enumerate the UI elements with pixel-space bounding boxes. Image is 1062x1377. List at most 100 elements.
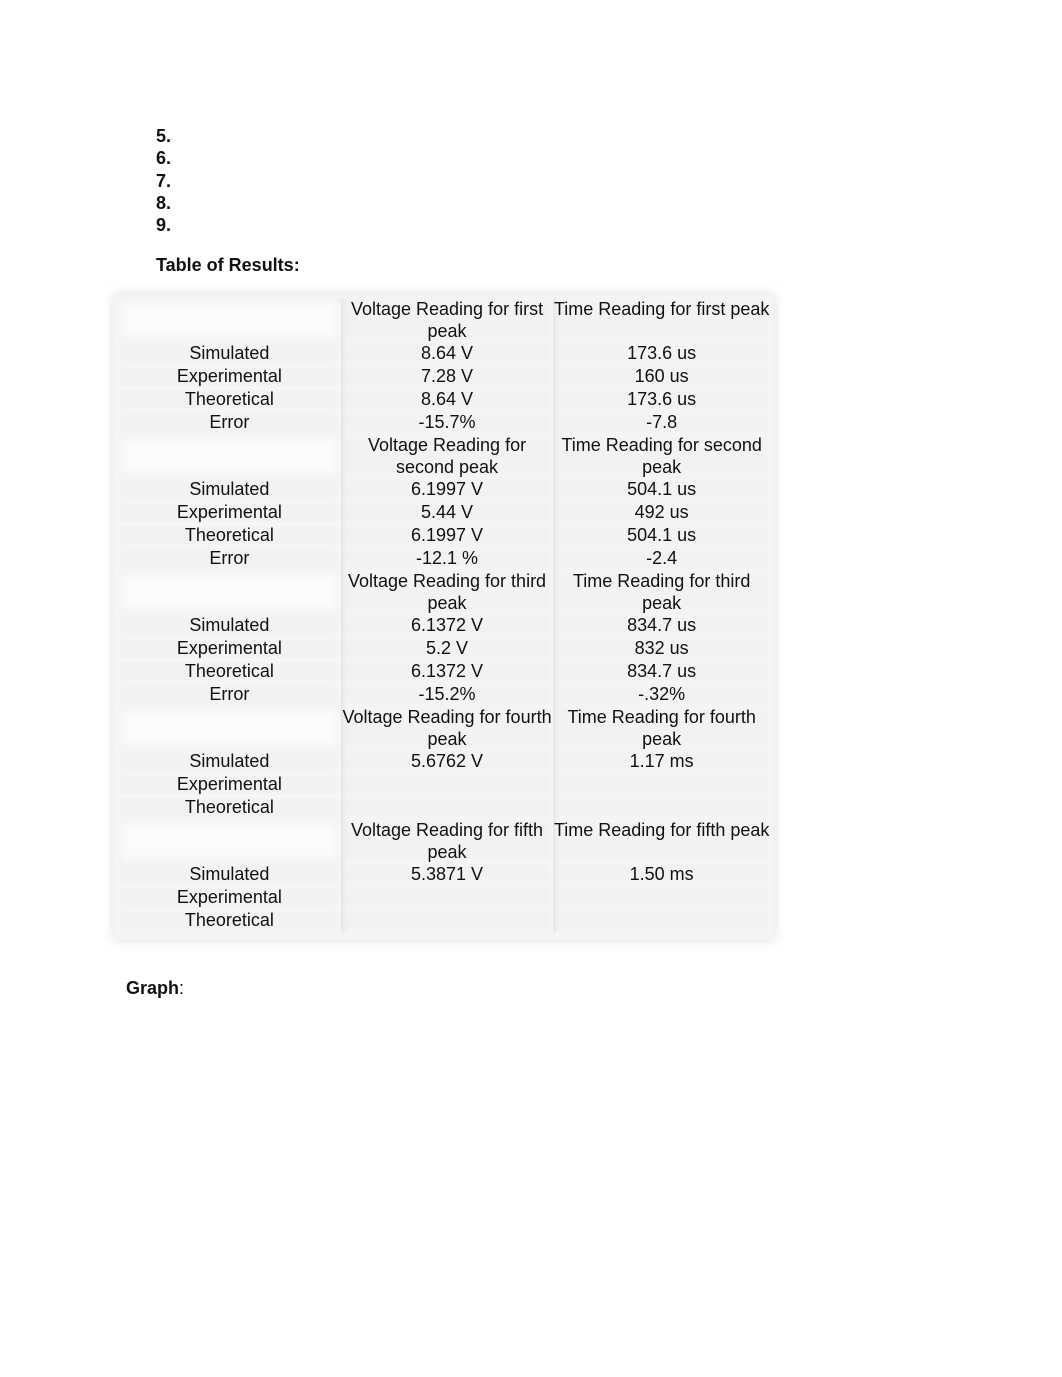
table-row: Experimental 7.28 V 160 us bbox=[118, 365, 770, 388]
results-table-body: Voltage Reading for first peak Time Readi… bbox=[118, 298, 770, 932]
table-row: Error -15.7% -7.8 bbox=[118, 411, 770, 434]
voltage-value-cell: 6.1372 V bbox=[340, 660, 554, 683]
voltage-value-cell: 7.28 V bbox=[340, 365, 554, 388]
table-row: Error -15.2% -.32% bbox=[118, 683, 770, 706]
time-value-cell: 1.50 ms bbox=[553, 863, 770, 886]
voltage-value-cell: 6.1372 V bbox=[340, 614, 554, 637]
graph-heading: Graph: bbox=[126, 977, 184, 999]
row-label-cell: Theoretical bbox=[118, 524, 341, 547]
table-row: Simulated 5.3871 V 1.50 ms bbox=[118, 863, 770, 886]
results-table-container: Voltage Reading for first peak Time Readi… bbox=[114, 294, 774, 940]
time-value-cell: 160 us bbox=[553, 365, 770, 388]
list-item: 7. bbox=[156, 170, 172, 191]
time-value-cell: 504.1 us bbox=[553, 524, 770, 547]
table-row: Experimental 5.2 V 832 us bbox=[118, 637, 770, 660]
row-label-cell: Theoretical bbox=[118, 909, 341, 932]
voltage-value-cell: -15.2% bbox=[340, 683, 554, 706]
voltage-value-cell: 8.64 V bbox=[340, 342, 554, 365]
table-header-row-second-peak: Voltage Reading for second peak Time Read… bbox=[118, 434, 770, 478]
table-row: Experimental bbox=[118, 886, 770, 909]
header-blank-cell bbox=[118, 706, 341, 750]
list-item: 5. bbox=[156, 126, 172, 146]
voltage-value-cell: 5.2 V bbox=[340, 637, 554, 660]
voltage-value-cell: 5.6762 V bbox=[340, 750, 554, 773]
table-header-row-first-peak: Voltage Reading for first peak Time Readi… bbox=[118, 298, 770, 342]
time-value-cell: 504.1 us bbox=[553, 478, 770, 501]
time-value-cell: 834.7 us bbox=[553, 614, 770, 637]
list-item: 9. bbox=[156, 215, 172, 236]
time-value-cell: 832 us bbox=[553, 637, 770, 660]
voltage-header-cell: Voltage Reading for second peak bbox=[340, 434, 554, 478]
row-label-cell: Error bbox=[118, 411, 341, 434]
time-value-cell bbox=[553, 796, 770, 819]
voltage-header-cell: Voltage Reading for third peak bbox=[340, 570, 554, 614]
table-of-results-heading: Table of Results: bbox=[156, 255, 300, 275]
voltage-value-cell: 5.44 V bbox=[340, 501, 554, 524]
table-row: Simulated 8.64 V 173.6 us bbox=[118, 342, 770, 365]
table-row: Theoretical 8.64 V 173.6 us bbox=[118, 388, 770, 411]
graph-heading-label: Graph bbox=[126, 978, 180, 998]
time-value-cell: -7.8 bbox=[553, 411, 770, 434]
time-value-cell: -.32% bbox=[553, 683, 770, 706]
voltage-value-cell: 6.1997 V bbox=[340, 524, 554, 547]
voltage-value-cell: 8.64 V bbox=[340, 388, 554, 411]
time-header-cell: Time Reading for second peak bbox=[553, 434, 770, 478]
row-label-cell: Simulated bbox=[118, 478, 341, 501]
time-header-cell: Time Reading for fifth peak bbox=[553, 819, 770, 863]
list-item: 6. bbox=[156, 148, 172, 169]
row-label-cell: Experimental bbox=[118, 886, 341, 909]
table-row: Theoretical bbox=[118, 796, 770, 819]
row-label-cell: Simulated bbox=[118, 342, 341, 365]
row-label-cell: Experimental bbox=[118, 637, 341, 660]
voltage-value-cell bbox=[340, 796, 554, 819]
time-header-cell: Time Reading for first peak bbox=[553, 298, 770, 342]
time-value-cell bbox=[553, 886, 770, 909]
row-label-cell: Simulated bbox=[118, 863, 341, 886]
voltage-header-cell: Voltage Reading for first peak bbox=[340, 298, 554, 342]
time-value-cell: 1.17 ms bbox=[553, 750, 770, 773]
numbered-list: 5. 6. 7. 8. 9. bbox=[156, 125, 171, 236]
results-table: Voltage Reading for first peak Time Readi… bbox=[118, 298, 770, 932]
time-value-cell: 173.6 us bbox=[553, 388, 770, 411]
voltage-value-cell: -15.7% bbox=[340, 411, 554, 434]
voltage-header-cell: Voltage Reading for fifth peak bbox=[340, 819, 554, 863]
row-label-cell: Experimental bbox=[118, 773, 341, 796]
table-header-row-third-peak: Voltage Reading for third peak Time Readi… bbox=[118, 570, 770, 614]
header-blank-cell bbox=[118, 298, 341, 342]
time-value-cell bbox=[553, 773, 770, 796]
row-label-cell: Experimental bbox=[118, 501, 341, 524]
voltage-header-cell: Voltage Reading for fourth peak bbox=[340, 706, 554, 750]
table-row: Theoretical 6.1997 V 504.1 us bbox=[118, 524, 770, 547]
table-header-row-fifth-peak: Voltage Reading for fifth peak Time Readi… bbox=[118, 819, 770, 863]
row-label-cell: Error bbox=[118, 683, 341, 706]
time-value-cell: 173.6 us bbox=[553, 342, 770, 365]
row-label-cell: Theoretical bbox=[118, 660, 341, 683]
table-header-row-fourth-peak: Voltage Reading for fourth peak Time Read… bbox=[118, 706, 770, 750]
header-blank-cell bbox=[118, 570, 341, 614]
table-row: Experimental 5.44 V 492 us bbox=[118, 501, 770, 524]
voltage-value-cell bbox=[340, 886, 554, 909]
time-value-cell: 492 us bbox=[553, 501, 770, 524]
table-row: Simulated 5.6762 V 1.17 ms bbox=[118, 750, 770, 773]
table-row: Theoretical bbox=[118, 909, 770, 932]
table-row: Experimental bbox=[118, 773, 770, 796]
table-row: Error -12.1 % -2.4 bbox=[118, 547, 770, 570]
row-label-cell: Theoretical bbox=[118, 796, 341, 819]
row-label-cell: Error bbox=[118, 547, 341, 570]
row-label-cell: Theoretical bbox=[118, 388, 341, 411]
voltage-value-cell: 6.1997 V bbox=[340, 478, 554, 501]
voltage-value-cell bbox=[340, 773, 554, 796]
time-value-cell: -2.4 bbox=[553, 547, 770, 570]
graph-heading-colon: : bbox=[179, 978, 185, 998]
table-row: Theoretical 6.1372 V 834.7 us bbox=[118, 660, 770, 683]
row-label-cell: Simulated bbox=[118, 750, 341, 773]
voltage-value-cell: 5.3871 V bbox=[340, 863, 554, 886]
voltage-value-cell bbox=[340, 909, 554, 932]
header-blank-cell bbox=[118, 434, 341, 478]
time-value-cell: 834.7 us bbox=[553, 660, 770, 683]
time-header-cell: Time Reading for fourth peak bbox=[553, 706, 770, 750]
time-value-cell bbox=[553, 909, 770, 932]
time-header-cell: Time Reading for third peak bbox=[553, 570, 770, 614]
list-item: 8. bbox=[156, 192, 172, 213]
row-label-cell: Simulated bbox=[118, 614, 341, 637]
